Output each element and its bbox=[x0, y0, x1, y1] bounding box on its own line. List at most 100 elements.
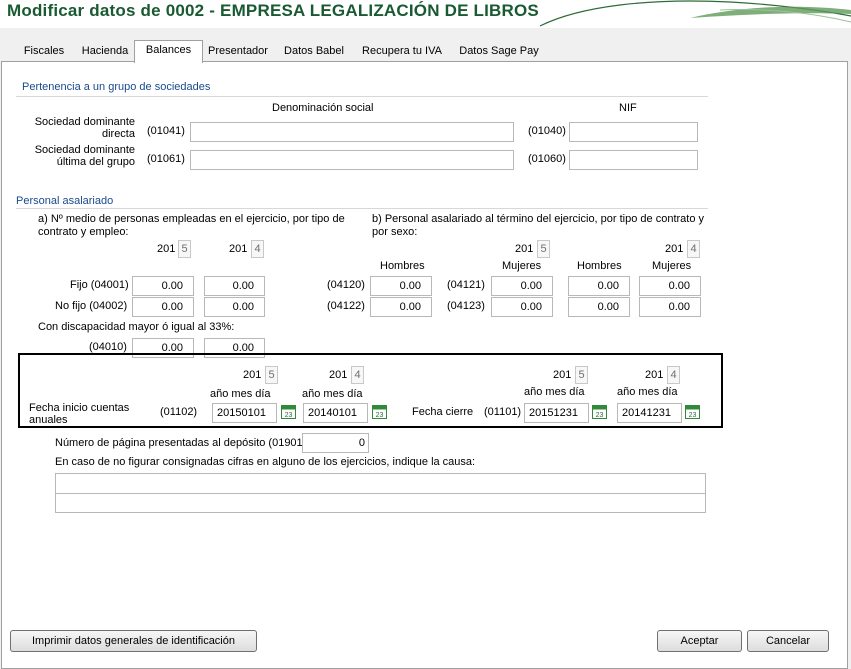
tab-label: Hacienda bbox=[81, 45, 129, 57]
tab-recupera-iva[interactable]: Recupera tu IVA bbox=[356, 42, 448, 61]
fecha-cierre-label: Fecha cierre bbox=[412, 406, 474, 418]
row-label-dominante-ultima: Sociedad dominante última del grupo bbox=[20, 144, 135, 168]
fecha-inicio-current-input[interactable] bbox=[212, 403, 277, 423]
fecha-inicio-label: Fecha inicio cuentas anuales bbox=[29, 402, 129, 426]
tab-label: Balances bbox=[145, 44, 192, 56]
label-line: Fecha inicio cuentas bbox=[29, 402, 130, 414]
no-fijo-hombres-previous-input[interactable] bbox=[568, 297, 630, 317]
code-label: (01060) bbox=[528, 153, 566, 165]
dominante-ultima-nif-input[interactable] bbox=[569, 150, 698, 170]
tab-datos-babel[interactable]: Datos Babel bbox=[278, 42, 350, 61]
year-prefix: 201 bbox=[157, 243, 176, 255]
code-label: (01040) bbox=[528, 125, 566, 137]
year-digit-current: 5 bbox=[575, 366, 588, 384]
calendar-icon[interactable]: 23 bbox=[281, 405, 296, 422]
calendar-icon[interactable]: 23 bbox=[685, 405, 700, 422]
section-heading-grupo: Pertenencia a un grupo de sociedades bbox=[22, 81, 211, 93]
year-prefix: 201 bbox=[229, 243, 248, 255]
fijo-previous-input[interactable] bbox=[204, 276, 265, 296]
label-line: última del grupo bbox=[56, 156, 135, 168]
year-digit-previous: 4 bbox=[351, 366, 364, 384]
no-fijo-current-input[interactable] bbox=[132, 297, 194, 317]
fecha-inicio-previous-input[interactable] bbox=[303, 403, 368, 423]
svg-text:23: 23 bbox=[285, 412, 293, 419]
year-prefix: 201 bbox=[665, 243, 684, 255]
no-fijo-hombres-current-input[interactable] bbox=[370, 297, 432, 317]
fijo-current-input[interactable] bbox=[132, 276, 194, 296]
tab-label: Datos Sage Pay bbox=[459, 45, 539, 57]
dominante-directa-nif-input[interactable] bbox=[569, 122, 698, 142]
year-prefix: 201 bbox=[515, 243, 534, 255]
tab-label: Fiscales bbox=[23, 45, 65, 57]
tab-presentador[interactable]: Presentador bbox=[204, 42, 272, 61]
label-line: Sociedad dominante bbox=[34, 144, 135, 156]
paginas-deposito-input[interactable] bbox=[302, 433, 369, 453]
tab-balances[interactable]: Balances bbox=[134, 40, 203, 63]
calendar-icon[interactable]: 23 bbox=[592, 405, 607, 422]
year-prefix: 201 bbox=[243, 369, 262, 381]
row-label-dominante-directa: Sociedad dominante directa bbox=[20, 116, 135, 140]
fijo-mujeres-current-input[interactable] bbox=[491, 276, 553, 296]
no-fijo-previous-input[interactable] bbox=[204, 297, 265, 317]
column-header-mujeres: Mujeres bbox=[652, 260, 692, 272]
tab-label: Recupera tu IVA bbox=[362, 45, 442, 57]
causa-input-line2[interactable] bbox=[55, 493, 706, 513]
b-description: por sexo: bbox=[372, 226, 418, 238]
date-format-label: año mes día bbox=[617, 386, 678, 398]
fecha-cierre-current-input[interactable] bbox=[524, 403, 589, 423]
section-divider bbox=[16, 208, 708, 209]
decorative-leaf-graphic bbox=[539, 0, 851, 27]
year-digit-current: 5 bbox=[178, 240, 191, 258]
fijo-hombres-previous-input[interactable] bbox=[568, 276, 630, 296]
dominante-ultima-name-input[interactable] bbox=[190, 150, 514, 170]
year-digit-previous: 4 bbox=[251, 240, 264, 258]
discapacidad-label: Con discapacidad mayor ó igual al 33%: bbox=[38, 321, 235, 333]
fecha-cierre-previous-input[interactable] bbox=[617, 403, 682, 423]
label-line: Sociedad dominante bbox=[34, 116, 135, 128]
column-header-hombres: Hombres bbox=[380, 260, 425, 272]
year-digit-previous: 4 bbox=[667, 366, 680, 384]
accept-button[interactable]: Aceptar bbox=[657, 630, 742, 652]
year-digit-previous: 4 bbox=[687, 240, 700, 258]
tab-fiscales[interactable]: Fiscales bbox=[18, 42, 70, 61]
section-heading-personal: Personal asalariado bbox=[16, 195, 114, 207]
print-identification-button[interactable]: Imprimir datos generales de identificaci… bbox=[10, 630, 257, 652]
cancel-button[interactable]: Cancelar bbox=[747, 630, 829, 652]
paginas-deposito-label: Número de página presentadas al depósito… bbox=[55, 437, 307, 449]
causa-input-line1[interactable] bbox=[55, 473, 706, 494]
column-header-hombres: Hombres bbox=[577, 260, 622, 272]
svg-text:23: 23 bbox=[689, 412, 697, 419]
dominante-directa-name-input[interactable] bbox=[190, 122, 514, 142]
column-header-nif: NIF bbox=[619, 102, 637, 114]
label-line: anuales bbox=[29, 414, 68, 426]
a-description: a) Nº medio de personas empleadas en el … bbox=[38, 213, 345, 225]
fijo-hombres-current-input[interactable] bbox=[370, 276, 432, 296]
calendar-icon[interactable]: 23 bbox=[372, 405, 387, 422]
no-fijo-mujeres-current-input[interactable] bbox=[491, 297, 553, 317]
date-format-label: año mes día bbox=[524, 386, 585, 398]
b-description: b) Personal asalariado al término del ej… bbox=[372, 213, 705, 225]
code-label: (01101) bbox=[484, 406, 522, 418]
no-fijo-mujeres-previous-input[interactable] bbox=[639, 297, 701, 317]
label-line: directa bbox=[101, 128, 135, 140]
year-digit-current: 5 bbox=[537, 240, 550, 258]
tab-label: Presentador bbox=[208, 45, 268, 57]
code-label: (04120) bbox=[327, 279, 365, 291]
column-header-denominacion: Denominación social bbox=[272, 102, 374, 114]
code-label: (01061) bbox=[147, 153, 185, 165]
fijo-mujeres-previous-input[interactable] bbox=[639, 276, 701, 296]
year-prefix: 201 bbox=[329, 369, 348, 381]
code-label: (01102) bbox=[160, 406, 198, 418]
row-label-no-fijo: No fijo (04002) bbox=[55, 300, 128, 312]
code-label: (04010) bbox=[89, 341, 127, 353]
svg-text:23: 23 bbox=[596, 412, 604, 419]
date-format-label: año mes día bbox=[210, 388, 271, 400]
code-label: (04123) bbox=[447, 300, 485, 312]
column-header-mujeres: Mujeres bbox=[502, 260, 542, 272]
code-label: (04122) bbox=[327, 300, 365, 312]
tab-hacienda[interactable]: Hacienda bbox=[76, 42, 134, 61]
code-label: (01041) bbox=[147, 125, 185, 137]
tab-datos-sage-pay[interactable]: Datos Sage Pay bbox=[454, 42, 544, 61]
year-prefix: 201 bbox=[553, 369, 572, 381]
date-format-label: año mes día bbox=[302, 388, 363, 400]
